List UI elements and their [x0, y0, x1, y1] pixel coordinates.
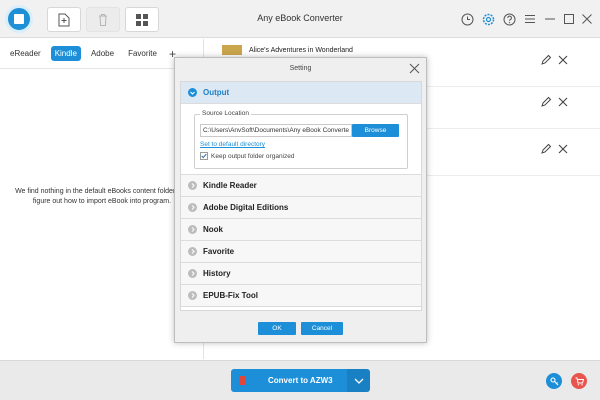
register-button[interactable]: [546, 373, 562, 389]
chevron-right-icon: [188, 269, 197, 278]
trash-icon: [99, 13, 107, 26]
section-nook[interactable]: Nook: [181, 219, 421, 241]
convert-label: Convert to AZW3: [268, 376, 333, 385]
settings-dialog: Setting Output Source Location C:\Users\…: [174, 57, 427, 343]
browse-button[interactable]: Browse: [352, 124, 399, 137]
cancel-button[interactable]: Cancel: [301, 322, 343, 335]
section-label: Favorite: [203, 247, 235, 256]
tab-favorite[interactable]: Favorite: [124, 46, 161, 61]
key-icon: [549, 376, 558, 385]
remove-icon[interactable]: [557, 143, 569, 155]
history-button[interactable]: [460, 12, 474, 26]
minimize-icon: [545, 18, 555, 20]
settings-section-list: Output Source Location C:\Users\AnvSoft\…: [180, 81, 422, 311]
help-button[interactable]: [502, 12, 516, 26]
cart-icon: [575, 377, 584, 385]
chevron-down-icon: [188, 88, 197, 97]
book-cover: [222, 45, 242, 55]
history-icon: [461, 13, 473, 25]
section-label: Nook: [203, 225, 223, 234]
ok-button[interactable]: OK: [258, 322, 296, 335]
convert-button[interactable]: Convert to AZW3: [231, 369, 347, 392]
section-epub-fix-tool[interactable]: EPUB-Fix Tool: [181, 285, 421, 307]
checkmark-icon: [201, 153, 207, 159]
chevron-down-icon: [354, 378, 363, 384]
output-path-field[interactable]: C:\Users\AnvSoft\Documents\Any eBook Con…: [200, 124, 352, 137]
add-book-icon: [58, 13, 70, 26]
source-location-legend: Source Location: [200, 110, 251, 117]
tab-kindle[interactable]: Kindle: [50, 46, 81, 61]
section-history[interactable]: History: [181, 263, 421, 285]
tab-ereader[interactable]: eReader: [6, 46, 45, 61]
maximize-button[interactable]: [562, 12, 576, 26]
source-location-group: Source Location C:\Users\AnvSoft\Documen…: [194, 110, 408, 169]
chevron-right-icon: [188, 225, 197, 234]
chevron-right-icon: [188, 203, 197, 212]
section-label: EPUB-Fix Tool: [203, 291, 258, 300]
add-book-button[interactable]: [47, 7, 81, 32]
chevron-right-icon: [188, 291, 197, 300]
section-adobe-digital-editions[interactable]: Adobe Digital Editions: [181, 197, 421, 219]
help-icon: [503, 13, 515, 25]
grid-view-icon: [136, 13, 148, 26]
chevron-right-icon: [188, 181, 197, 190]
pencil-icon[interactable]: [540, 54, 552, 66]
keep-organized-checkbox[interactable]: [200, 152, 208, 160]
dialog-title: Setting: [289, 65, 312, 72]
book-title: Alice's Adventures in Wonderland: [249, 47, 353, 54]
convert-format-dropdown[interactable]: [347, 369, 370, 392]
pencil-icon[interactable]: [540, 143, 552, 155]
output-settings: Source Location C:\Users\AnvSoft\Documen…: [181, 104, 421, 175]
pencil-icon[interactable]: [540, 96, 552, 108]
close-dialog-icon[interactable]: [409, 63, 420, 74]
minimize-button[interactable]: [543, 12, 557, 26]
settings-icon: [482, 13, 494, 25]
book-icon: [239, 376, 246, 385]
section-label: Kindle Reader: [203, 181, 257, 190]
chevron-right-icon: [188, 247, 197, 256]
section-label: Adobe Digital Editions: [203, 203, 289, 212]
menu-button[interactable]: [523, 12, 537, 26]
keep-organized-label: Keep output folder organized: [211, 152, 295, 160]
title-bar: Any eBook Converter: [0, 0, 600, 38]
bottom-bar: Convert to AZW3: [0, 360, 600, 400]
menu-icon: [525, 15, 535, 23]
close-icon: [582, 14, 592, 24]
grid-view-button[interactable]: [125, 7, 159, 32]
section-output[interactable]: Output: [181, 82, 421, 104]
empty-message-text: We find nothing in the default eBooks co…: [15, 188, 177, 195]
section-favorite[interactable]: Favorite: [181, 241, 421, 263]
keep-organized-option[interactable]: Keep output folder organized: [200, 152, 294, 160]
remove-icon[interactable]: [557, 54, 569, 66]
maximize-icon: [564, 14, 574, 24]
delete-book-button[interactable]: [86, 7, 120, 32]
app-logo-icon: [5, 5, 33, 33]
close-window-button[interactable]: [580, 12, 594, 26]
section-label: History: [203, 269, 231, 278]
remove-icon[interactable]: [557, 96, 569, 108]
section-label: Output: [203, 88, 230, 97]
settings-button[interactable]: [481, 12, 495, 26]
purchase-button[interactable]: [571, 373, 587, 389]
default-directory-link[interactable]: Set to default directory: [200, 141, 265, 148]
library-tabs: eReader Kindle Adobe Favorite +: [0, 39, 203, 69]
tab-adobe[interactable]: Adobe: [87, 46, 118, 61]
section-kindle-reader[interactable]: Kindle Reader: [181, 175, 421, 197]
